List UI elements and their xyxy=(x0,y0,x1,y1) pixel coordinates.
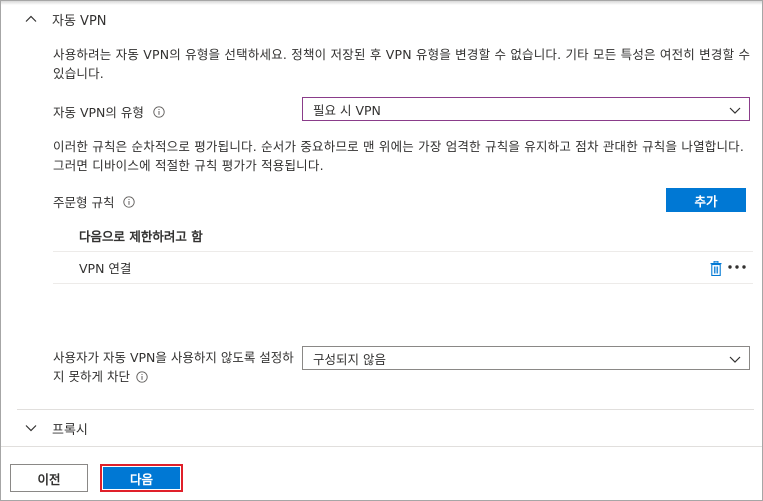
info-icon[interactable] xyxy=(153,105,165,118)
block-disable-dropdown[interactable]: 구성되지 않음 xyxy=(302,346,750,370)
block-disable-label-text: 사용자가 자동 VPN을 사용하지 않도록 설정하지 못하게 차단 xyxy=(53,350,294,384)
block-disable-label: 사용자가 자동 VPN을 사용하지 않도록 설정하지 못하게 차단 xyxy=(53,348,303,386)
chevron-up-icon xyxy=(25,15,37,22)
auto-vpn-section-header[interactable]: 자동 VPN xyxy=(24,9,107,29)
rule-row-label: VPN 연결 xyxy=(79,261,132,276)
vpn-type-label: 자동 VPN의 유형 xyxy=(53,102,165,121)
vpn-type-label-text: 자동 VPN의 유형 xyxy=(53,105,144,120)
auto-vpn-intro-text: 사용하려는 자동 VPN의 유형을 선택하세요. 정책이 저장된 후 VPN 유… xyxy=(53,47,751,81)
on-demand-rules-table: 다음으로 제한하려고 함 VPN 연결 xyxy=(53,220,753,284)
add-rule-button[interactable]: 추가 xyxy=(666,188,746,212)
rules-description-text: 이러한 규칙은 순차적으로 평가됩니다. 순서가 중요하므로 맨 위에는 가장 … xyxy=(53,139,745,173)
auto-vpn-section-title: 자동 VPN xyxy=(52,13,107,29)
block-disable-dropdown-value: 구성되지 않음 xyxy=(313,351,386,367)
table-row[interactable]: VPN 연결 xyxy=(53,252,753,284)
chevron-down-icon xyxy=(729,356,741,363)
info-icon[interactable] xyxy=(123,195,136,208)
trash-icon[interactable] xyxy=(710,261,722,276)
on-demand-rules-label-text: 주문형 규칙 xyxy=(53,195,115,210)
rules-table-header: 다음으로 제한하려고 함 xyxy=(53,220,753,252)
section-divider xyxy=(17,409,754,410)
previous-button[interactable]: 이전 xyxy=(10,464,88,492)
info-icon[interactable] xyxy=(136,371,148,383)
footer-divider xyxy=(1,446,762,447)
chevron-down-icon xyxy=(25,425,37,432)
chevron-down-icon xyxy=(729,107,741,114)
vpn-type-dropdown-value: 필요 시 VPN xyxy=(313,102,381,118)
on-demand-rules-label: 주문형 규칙 xyxy=(53,192,136,211)
proxy-section-header[interactable]: 프록시 xyxy=(24,418,88,438)
more-icon[interactable] xyxy=(727,262,747,272)
top-shadow xyxy=(1,1,762,5)
proxy-section-title: 프록시 xyxy=(52,422,88,438)
next-button[interactable]: 다음 xyxy=(100,464,183,492)
vpn-type-dropdown[interactable]: 필요 시 VPN xyxy=(302,97,750,121)
